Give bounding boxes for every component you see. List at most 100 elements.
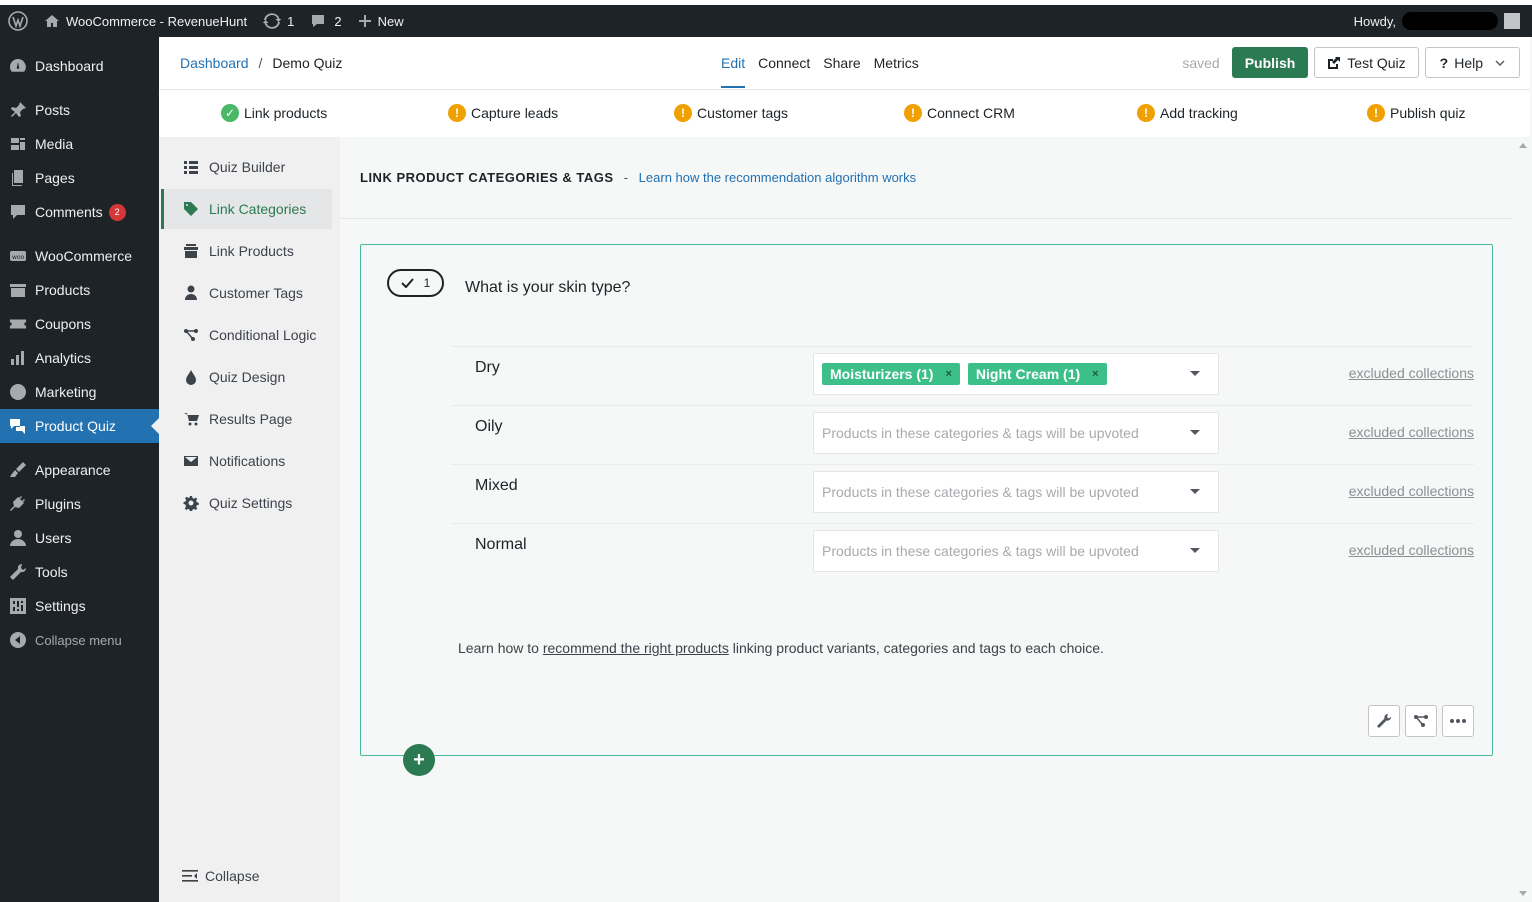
subnav-results-page[interactable]: Results Page xyxy=(161,399,332,439)
scroll-up-arrow-icon[interactable] xyxy=(1519,143,1527,148)
step-add-tracking[interactable]: ! Add tracking xyxy=(1137,104,1238,122)
help-button[interactable]: ? Help xyxy=(1424,47,1520,78)
choice-row-mixed: Mixed Products in these categories & tag… xyxy=(451,464,1474,523)
step-connect-crm[interactable]: ! Connect CRM xyxy=(904,104,1015,122)
dropdown-caret-icon[interactable] xyxy=(1190,371,1200,376)
step-customer-tags[interactable]: ! Customer tags xyxy=(674,104,788,122)
menu-item-woocommerce[interactable]: woo WooCommerce xyxy=(0,239,159,273)
question-title: What is your skin type? xyxy=(465,279,631,296)
algorithm-help-link[interactable]: Learn how the recommendation algorithm w… xyxy=(639,170,916,185)
recommend-products-link[interactable]: recommend the right products xyxy=(543,640,729,656)
branch-icon xyxy=(1413,713,1429,729)
remove-chip-button[interactable]: × xyxy=(945,368,951,380)
account-menu[interactable]: Howdy, xyxy=(1354,12,1532,30)
collapse-lines-icon xyxy=(181,869,199,883)
excluded-collections-link[interactable]: excluded collections xyxy=(1349,542,1474,558)
test-quiz-button[interactable]: Test Quiz xyxy=(1314,47,1419,78)
new-content-link[interactable]: New xyxy=(350,5,412,37)
envelope-icon xyxy=(183,453,199,469)
dropdown-caret-icon[interactable] xyxy=(1190,489,1200,494)
menu-item-coupons[interactable]: Coupons xyxy=(0,307,159,341)
select-placeholder: Products in these categories & tags will… xyxy=(822,484,1139,500)
scroll-down-arrow-icon[interactable] xyxy=(1519,891,1527,896)
menu-item-marketing[interactable]: Marketing xyxy=(0,375,159,409)
updates-link[interactable]: 1 xyxy=(255,5,302,37)
menu-item-posts[interactable]: Posts xyxy=(0,93,159,127)
header-actions: saved Publish Test Quiz ? Help xyxy=(1182,47,1520,78)
menu-item-media[interactable]: Media xyxy=(0,127,159,161)
howdy-text: Howdy, xyxy=(1353,13,1396,29)
check-circle-icon: ✓ xyxy=(221,104,239,122)
remove-chip-button[interactable]: × xyxy=(1092,368,1098,380)
branch-icon xyxy=(183,327,199,343)
menu-item-users[interactable]: Users xyxy=(0,521,159,555)
tab-edit[interactable]: Edit xyxy=(721,55,746,88)
choice-label: Normal xyxy=(475,536,527,553)
pin-icon xyxy=(9,101,27,119)
admin-menu: Dashboard Posts Media Pages Comments 2 w… xyxy=(0,37,159,902)
subnav-collapse-button[interactable]: Collapse xyxy=(181,868,259,884)
menu-item-pages[interactable]: Pages xyxy=(0,161,159,195)
step-capture-leads[interactable]: ! Capture leads xyxy=(448,104,558,122)
collapse-menu-button[interactable]: Collapse menu xyxy=(0,623,159,657)
subnav-quiz-design[interactable]: Quiz Design xyxy=(161,357,332,397)
comments-link[interactable]: 2 xyxy=(302,5,349,37)
tab-metrics[interactable]: Metrics xyxy=(874,55,919,71)
step-link-products[interactable]: ✓ Link products xyxy=(221,104,327,122)
tab-connect[interactable]: Connect xyxy=(758,55,810,71)
excluded-collections-link[interactable]: excluded collections xyxy=(1349,483,1474,499)
publish-button[interactable]: Publish xyxy=(1231,47,1309,78)
menu-item-settings[interactable]: Settings xyxy=(0,589,159,623)
category-select[interactable]: Products in these categories & tags will… xyxy=(813,530,1219,572)
breadcrumb-dashboard-link[interactable]: Dashboard xyxy=(180,55,249,71)
subnav-conditional-logic[interactable]: Conditional Logic xyxy=(161,315,332,355)
dropdown-caret-icon[interactable] xyxy=(1190,430,1200,435)
subnav-notifications[interactable]: Notifications xyxy=(161,441,332,481)
category-select[interactable]: Products in these categories & tags will… xyxy=(813,412,1219,454)
plus-icon xyxy=(358,14,372,28)
menu-item-plugins[interactable]: Plugins xyxy=(0,487,159,521)
question-card[interactable]: 1 What is your skin type? Dry Moisturize… xyxy=(360,244,1493,756)
logic-button[interactable] xyxy=(1405,705,1437,737)
tag-icon xyxy=(183,201,199,217)
subnav-quiz-settings[interactable]: Quiz Settings xyxy=(161,483,332,523)
category-select[interactable]: Moisturizers (1) × Night Cream (1) × xyxy=(813,353,1219,395)
menu-item-product-quiz[interactable]: Product Quiz xyxy=(0,409,159,443)
menu-item-comments[interactable]: Comments 2 xyxy=(0,195,159,229)
warning-icon: ! xyxy=(1137,104,1155,122)
admin-bar: WooCommerce - RevenueHunt 1 2 New Howdy, xyxy=(0,5,1532,37)
drop-icon xyxy=(183,369,199,385)
menu-item-appearance[interactable]: Appearance xyxy=(0,453,159,487)
excluded-collections-link[interactable]: excluded collections xyxy=(1349,424,1474,440)
dropdown-caret-icon[interactable] xyxy=(1190,548,1200,553)
help-text: Learn how to recommend the right product… xyxy=(458,640,1104,656)
more-options-button[interactable] xyxy=(1442,705,1474,737)
wrench-button[interactable] xyxy=(1368,705,1400,737)
excluded-collections-link[interactable]: excluded collections xyxy=(1349,365,1474,381)
question-number-badge[interactable]: 1 xyxy=(387,269,444,297)
woo-icon: woo xyxy=(9,247,27,265)
menu-item-analytics[interactable]: Analytics xyxy=(0,341,159,375)
step-publish-quiz[interactable]: ! Publish quiz xyxy=(1367,104,1466,122)
menu-item-dashboard[interactable]: Dashboard xyxy=(0,49,159,83)
subnav-link-categories[interactable]: Link Categories xyxy=(161,189,332,229)
site-name-link[interactable]: WooCommerce - RevenueHunt xyxy=(36,5,255,37)
box-icon xyxy=(183,243,199,259)
subnav-link-products[interactable]: Link Products xyxy=(161,231,332,271)
tab-share[interactable]: Share xyxy=(823,55,860,71)
subnav-customer-tags[interactable]: Customer Tags xyxy=(161,273,332,313)
user-icon xyxy=(183,285,199,301)
add-question-button[interactable]: + xyxy=(403,744,435,776)
saved-status: saved xyxy=(1182,54,1220,71)
home-icon xyxy=(44,13,60,29)
wordpress-logo-icon[interactable] xyxy=(0,5,36,37)
menu-item-tools[interactable]: Tools xyxy=(0,555,159,589)
select-placeholder: Products in these categories & tags will… xyxy=(822,425,1139,441)
comments-count: 2 xyxy=(334,13,342,29)
card-tools xyxy=(1368,705,1474,737)
menu-item-products[interactable]: Products xyxy=(0,273,159,307)
comment-icon xyxy=(9,203,27,221)
vertical-scrollbar[interactable] xyxy=(1514,137,1532,902)
subnav-quiz-builder[interactable]: Quiz Builder xyxy=(161,147,332,187)
category-select[interactable]: Products in these categories & tags will… xyxy=(813,471,1219,513)
